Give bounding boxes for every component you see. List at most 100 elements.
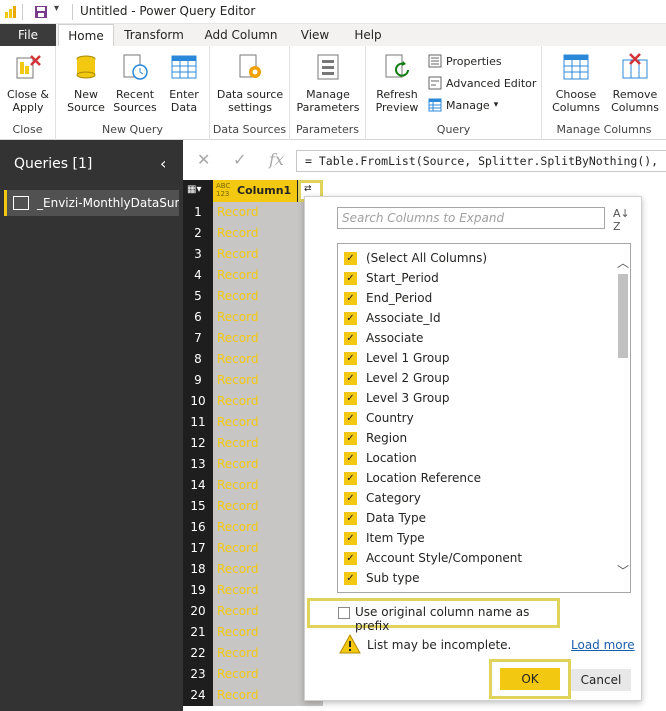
- sort-az-icon[interactable]: A↓ Z: [613, 207, 633, 233]
- recent-sources-button[interactable]: Recent Sources: [110, 52, 160, 114]
- close-apply-button[interactable]: Close & Apply: [4, 52, 52, 114]
- checkbox-checked-icon[interactable]: ✓: [344, 491, 357, 505]
- table-row[interactable]: 18 Record: [183, 559, 323, 580]
- table-row[interactable]: 15 Record: [183, 496, 323, 517]
- checkbox-checked-icon[interactable]: ✓: [344, 451, 357, 465]
- column-option[interactable]: ✓ Location Reference: [344, 468, 481, 488]
- new-source-button[interactable]: New Source: [64, 52, 108, 114]
- table-row[interactable]: 23 Record: [183, 664, 323, 685]
- column-option[interactable]: ✓ Associate_Id: [344, 308, 441, 328]
- table-row[interactable]: 6 Record: [183, 307, 323, 328]
- quick-access-dropdown-icon[interactable]: ▾: [54, 3, 59, 14]
- table-row[interactable]: 2 Record: [183, 223, 323, 244]
- properties-icon: [428, 54, 442, 68]
- choose-columns-button[interactable]: Choose Columns: [546, 52, 606, 114]
- table-row[interactable]: 4 Record: [183, 265, 323, 286]
- checkbox-checked-icon[interactable]: ✓: [344, 431, 357, 445]
- search-columns-input[interactable]: Search Columns to Expand: [337, 207, 605, 229]
- table-row[interactable]: 20 Record: [183, 601, 323, 622]
- table-row[interactable]: 24 Record: [183, 685, 323, 706]
- checkbox-checked-icon[interactable]: ✓: [344, 511, 357, 525]
- refresh-preview-button[interactable]: Refresh Preview: [372, 52, 422, 114]
- save-icon[interactable]: [34, 5, 48, 19]
- column-option[interactable]: ✓ Location: [344, 448, 417, 468]
- function-icon[interactable]: fx: [269, 150, 284, 169]
- formula-input[interactable]: = Table.FromList(Source, Splitter.SplitB…: [296, 150, 666, 172]
- table-row[interactable]: 22 Record: [183, 643, 323, 664]
- column-option[interactable]: ✓ Associate: [344, 328, 423, 348]
- table-row[interactable]: 5 Record: [183, 286, 323, 307]
- query-item[interactable]: _Envizi-MonthlyDataSum...: [4, 190, 179, 216]
- column-option[interactable]: ✓ Item Type: [344, 528, 425, 548]
- confirm-formula-icon[interactable]: ✓: [233, 150, 246, 169]
- tab-transform[interactable]: Transform: [118, 24, 190, 46]
- load-more-link[interactable]: Load more: [571, 638, 635, 652]
- table-row[interactable]: 1 Record: [183, 202, 323, 223]
- table-row[interactable]: 17 Record: [183, 538, 323, 559]
- tab-file[interactable]: File: [0, 24, 56, 46]
- tab-add-column[interactable]: Add Column: [196, 24, 286, 46]
- checkbox-checked-icon[interactable]: ✓: [344, 531, 357, 545]
- table-row[interactable]: 12 Record: [183, 433, 323, 454]
- cancel-formula-icon[interactable]: ✕: [197, 150, 210, 169]
- prefix-option[interactable]: Use original column name as prefix: [307, 598, 560, 633]
- tab-view[interactable]: View: [290, 24, 340, 46]
- manage-button[interactable]: Manage ▾: [428, 98, 498, 112]
- table-row[interactable]: 3 Record: [183, 244, 323, 265]
- column-option[interactable]: ✓ Level 1 Group: [344, 348, 449, 368]
- cancel-button[interactable]: Cancel: [571, 669, 631, 691]
- table-row[interactable]: 16 Record: [183, 517, 323, 538]
- checkbox-checked-icon[interactable]: ✓: [344, 351, 357, 365]
- column-option[interactable]: ✓ Sub type: [344, 568, 419, 588]
- table-row[interactable]: 11 Record: [183, 412, 323, 433]
- column-option[interactable]: ✓ Account Style/Component: [344, 548, 522, 568]
- advanced-editor-button[interactable]: Advanced Editor: [428, 76, 536, 90]
- column-option[interactable]: ✓ Category: [344, 488, 421, 508]
- checkbox-checked-icon[interactable]: ✓: [344, 471, 357, 485]
- checkbox-checked-icon[interactable]: ✓: [344, 271, 357, 285]
- table-row[interactable]: 8 Record: [183, 349, 323, 370]
- ok-button[interactable]: OK: [500, 668, 560, 690]
- checkbox-checked-icon[interactable]: ✓: [344, 571, 357, 585]
- properties-button[interactable]: Properties: [428, 54, 502, 68]
- tab-help[interactable]: Help: [346, 24, 390, 46]
- table-row[interactable]: 7 Record: [183, 328, 323, 349]
- collapse-panel-icon[interactable]: ‹: [160, 154, 166, 173]
- checkbox-checked-icon[interactable]: ✓: [344, 371, 357, 385]
- checkbox-checked-icon[interactable]: ✓: [344, 311, 357, 325]
- checkbox-checked-icon[interactable]: ✓: [344, 291, 357, 305]
- prefix-checkbox[interactable]: [338, 607, 350, 619]
- scrollbar-thumb[interactable]: [618, 274, 628, 358]
- column-option[interactable]: ✓ Level 3 Group: [344, 388, 449, 408]
- checkbox-checked-icon[interactable]: ✓: [344, 331, 357, 345]
- table-row[interactable]: 13 Record: [183, 454, 323, 475]
- remove-columns-button[interactable]: Remove Columns: [606, 52, 664, 114]
- data-source-settings-button[interactable]: Data source settings: [214, 52, 286, 114]
- table-row[interactable]: 21 Record: [183, 622, 323, 643]
- table-menu-icon[interactable]: ▦▾: [187, 184, 209, 198]
- column-option[interactable]: ✓ Item Number: [344, 588, 445, 592]
- column-option[interactable]: ✓ Start_Period: [344, 268, 439, 288]
- manage-parameters-button[interactable]: Manage Parameters: [292, 52, 364, 114]
- table-row[interactable]: 19 Record: [183, 580, 323, 601]
- checkbox-checked-icon[interactable]: ✓: [344, 591, 357, 592]
- enter-data-button[interactable]: Enter Data: [164, 52, 204, 114]
- checkbox-checked-icon[interactable]: ✓: [344, 411, 357, 425]
- column-option[interactable]: ✓ Data Type: [344, 508, 426, 528]
- table-row[interactable]: 9 Record: [183, 370, 323, 391]
- scrollbar[interactable]: ︿ ﹀: [614, 244, 630, 592]
- column-option[interactable]: ✓ Level 2 Group: [344, 368, 449, 388]
- tab-home[interactable]: Home: [58, 24, 114, 46]
- column-header[interactable]: ABC 123 Column1: [213, 180, 297, 202]
- column-option[interactable]: ✓ (Select All Columns): [344, 248, 487, 268]
- checkbox-checked-icon[interactable]: ✓: [344, 391, 357, 405]
- table-row[interactable]: 10 Record: [183, 391, 323, 412]
- table-row[interactable]: 14 Record: [183, 475, 323, 496]
- checkbox-checked-icon[interactable]: ✓: [344, 251, 357, 265]
- column-option[interactable]: ✓ Country: [344, 408, 414, 428]
- column-option[interactable]: ✓ Region: [344, 428, 407, 448]
- scroll-up-icon[interactable]: ︿: [617, 254, 629, 271]
- checkbox-checked-icon[interactable]: ✓: [344, 551, 357, 565]
- column-option[interactable]: ✓ End_Period: [344, 288, 432, 308]
- scroll-down-icon[interactable]: ﹀: [617, 562, 629, 579]
